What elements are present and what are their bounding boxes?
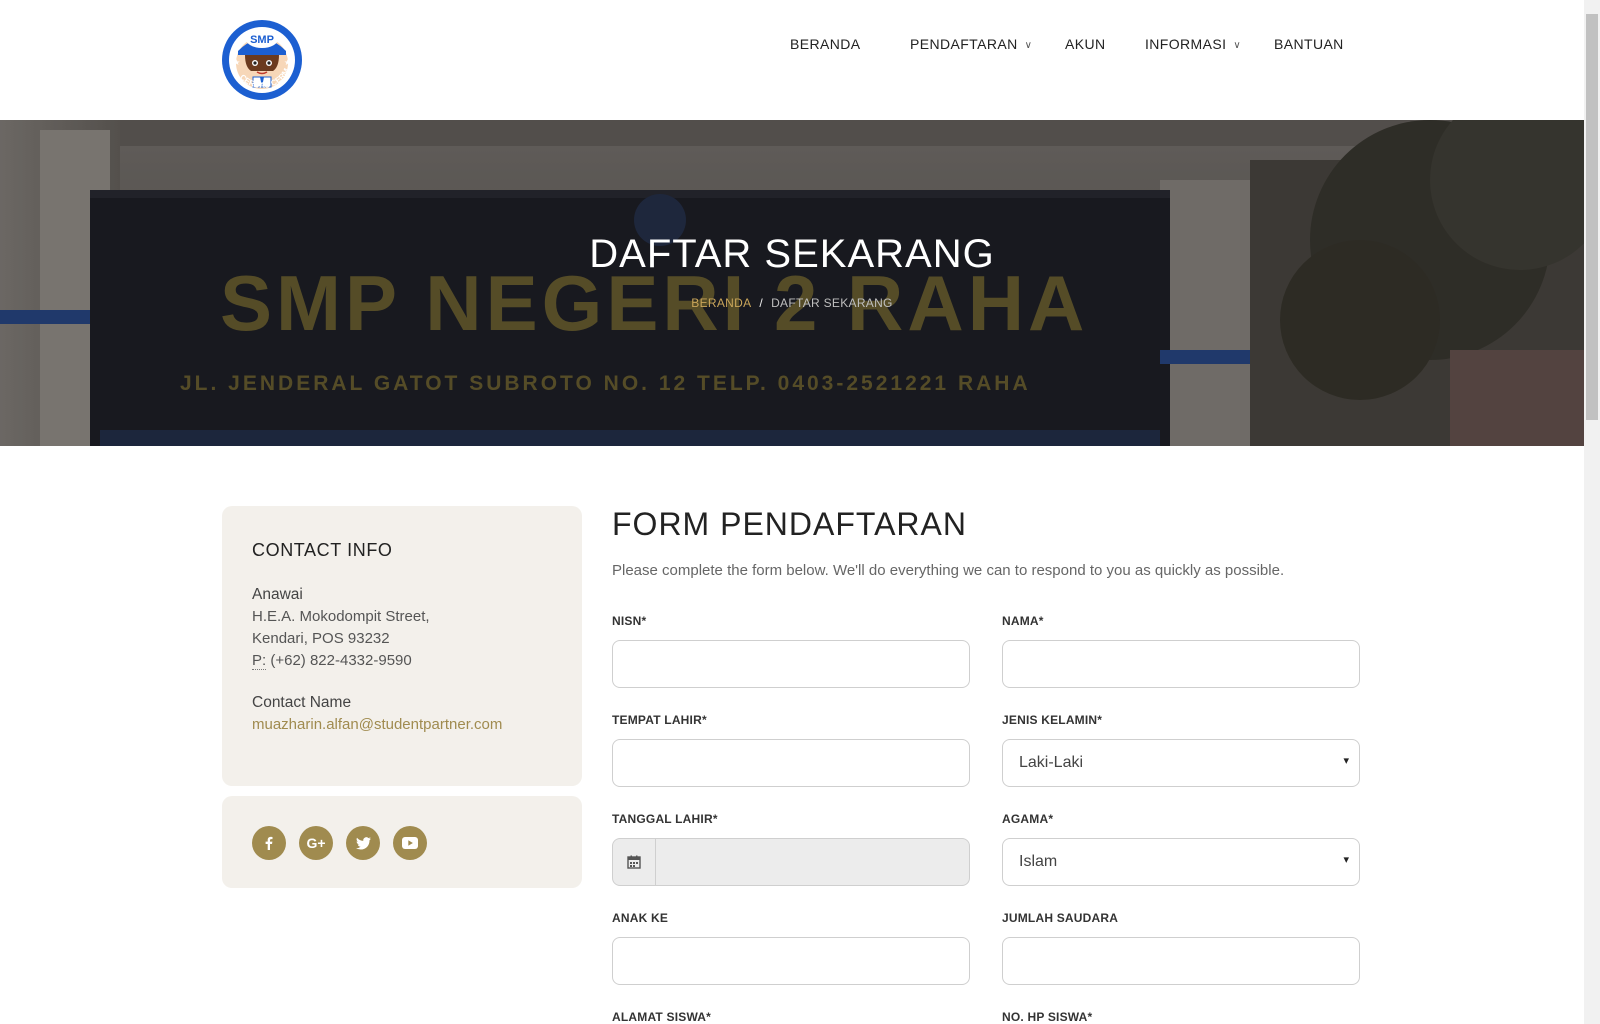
logo-badge-icon: SMP ★ ★ CERDAS CERMAT xyxy=(218,12,302,100)
contact-location-name: Anawai xyxy=(252,586,303,603)
nav-pendaftaran-label: PENDAFTARAN xyxy=(910,36,1018,52)
twitter-icon[interactable] xyxy=(346,826,380,860)
tanggal-lahir-field[interactable] xyxy=(612,838,970,886)
jenis-kelamin-selected: Laki-Laki xyxy=(1019,754,1084,771)
page-scrollbar[interactable] xyxy=(1584,0,1600,1024)
svg-text:★: ★ xyxy=(284,58,291,67)
tempat-lahir-input[interactable] xyxy=(612,739,970,787)
nav-bantuan[interactable]: BANTUAN xyxy=(1274,36,1344,52)
breadcrumb-separator: / xyxy=(759,296,764,310)
form-title: FORM PENDAFTARAN xyxy=(612,506,967,542)
breadcrumb: BERANDA / DAFTAR SEKARANG xyxy=(0,296,1584,310)
caret-down-icon: ▾ xyxy=(1343,755,1349,767)
school-logo[interactable]: SMP ★ ★ CERDAS CERMAT xyxy=(218,12,303,101)
logo-top-text: SMP xyxy=(250,34,274,46)
nama-label: NAMA* xyxy=(1002,614,1044,628)
nav-beranda-label: BERANDA xyxy=(790,36,861,52)
anak-ke-input[interactable] xyxy=(612,937,970,985)
nama-input[interactable] xyxy=(1002,640,1360,688)
page-title: DAFTAR SEKARANG xyxy=(589,232,995,276)
jenis-kelamin-label: JENIS KELAMIN* xyxy=(1002,713,1103,727)
agama-selected: Islam xyxy=(1019,853,1058,870)
contact-phone: (+62) 822-4332-9590 xyxy=(270,652,412,669)
nisn-input[interactable] xyxy=(612,640,970,688)
nav-beranda[interactable]: BERANDA xyxy=(790,36,860,52)
google-plus-icon[interactable]: G+ xyxy=(299,826,333,860)
youtube-icon[interactable] xyxy=(393,826,427,860)
no-hp-siswa-label: NO. HP SISWA* xyxy=(1002,1010,1093,1024)
facebook-icon[interactable] xyxy=(252,826,286,860)
nav-informasi-label: INFORMASI xyxy=(1145,36,1227,52)
jumlah-saudara-label: JUMLAH SAUDARA xyxy=(1002,911,1119,925)
contact-phone-prefix: P: xyxy=(252,652,267,670)
contact-phone-line: P: (+62) 822-4332-9590 xyxy=(252,652,412,670)
scrollbar-thumb[interactable] xyxy=(1586,14,1598,420)
site-header: SMP ★ ★ CERDAS CERMAT BERANDA PENDAFTA xyxy=(0,0,1584,120)
hero-background-image: SMP NEGERI 2 RAHA JL. JENDERAL GATOT SUB… xyxy=(0,120,1584,446)
contact-email-link[interactable]: muazharin.alfan@studentpartner.com xyxy=(252,716,502,733)
jenis-kelamin-select[interactable]: Laki-Laki ▾ xyxy=(1002,739,1360,787)
hero-banner: SMP NEGERI 2 RAHA JL. JENDERAL GATOT SUB… xyxy=(0,120,1584,446)
chevron-down-icon: ∨ xyxy=(1024,40,1033,51)
tempat-lahir-label: TEMPAT LAHIR* xyxy=(612,713,707,727)
google-plus-glyph: G+ xyxy=(306,835,326,851)
agama-select[interactable]: Islam ▾ xyxy=(1002,838,1360,886)
agama-label: AGAMA* xyxy=(1002,812,1054,826)
nav-bantuan-label: BANTUAN xyxy=(1274,36,1344,52)
contact-street: H.E.A. Mokodompit Street, xyxy=(252,608,430,625)
alamat-siswa-label: ALAMAT SISWA* xyxy=(612,1010,712,1024)
contact-name-label: Contact Name xyxy=(252,694,352,711)
form-subtitle: Please complete the form below. We'll do… xyxy=(612,562,1285,579)
social-links-card: G+ xyxy=(222,796,582,888)
caret-down-icon: ▾ xyxy=(1343,854,1349,866)
page: SMP ★ ★ CERDAS CERMAT BERANDA PENDAFTA xyxy=(0,0,1584,1024)
chevron-down-icon: ∨ xyxy=(1233,40,1242,51)
nisn-label: NISN* xyxy=(612,614,647,628)
contact-city: Kendari, POS 93232 xyxy=(252,630,390,647)
nav-akun[interactable]: AKUN xyxy=(1065,36,1106,52)
anak-ke-label: ANAK KE xyxy=(612,911,669,925)
tanggal-lahir-label: TANGGAL LAHIR* xyxy=(612,812,718,826)
breadcrumb-current: DAFTAR SEKARANG xyxy=(771,296,893,310)
svg-text:★: ★ xyxy=(233,58,240,67)
nav-informasi[interactable]: INFORMASI ∨ xyxy=(1145,36,1241,52)
nav-akun-label: AKUN xyxy=(1065,36,1106,52)
contact-info-card: CONTACT INFO Anawai H.E.A. Mokodompit St… xyxy=(222,506,582,786)
contact-info-title: CONTACT INFO xyxy=(252,540,393,560)
nav-pendaftaran[interactable]: PENDAFTARAN ∨ xyxy=(910,36,1032,52)
calendar-icon[interactable] xyxy=(613,839,656,885)
breadcrumb-home-link[interactable]: BERANDA xyxy=(691,296,751,310)
jumlah-saudara-input[interactable] xyxy=(1002,937,1360,985)
